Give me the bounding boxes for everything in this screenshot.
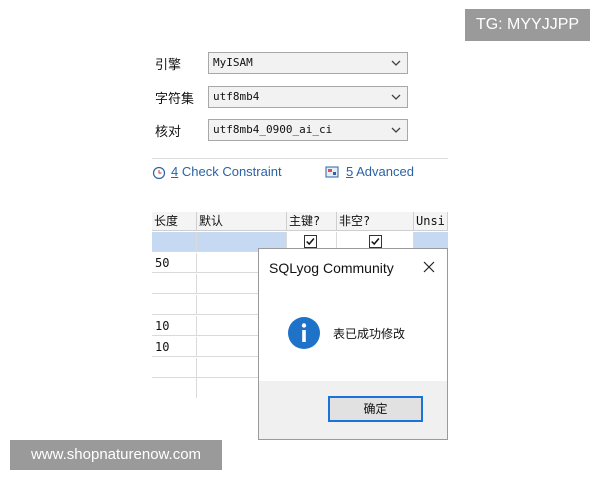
close-icon[interactable] [423,261,435,273]
watermark-top: TG: MYYJJPP [465,9,590,41]
collation-value: utf8mb4_0900_ai_ci [213,123,333,136]
length-cell[interactable]: 10 [152,316,197,336]
charset-select[interactable]: utf8mb4 [208,86,408,108]
header-length[interactable]: 长度 [152,212,197,231]
length-cell[interactable] [152,232,197,252]
length-cell[interactable]: 50 [152,253,197,273]
header-primary-key[interactable]: 主键? [287,212,337,231]
watermark-bottom: www.shopnaturenow.com [10,440,222,470]
collation-select[interactable]: utf8mb4_0900_ai_ci [208,119,408,141]
header-not-null[interactable]: 非空? [337,212,414,231]
header-default[interactable]: 默认 [197,212,287,231]
info-icon [288,317,320,349]
advanced-icon [325,166,339,178]
checkmark-icon [371,238,380,246]
engine-label: 引擎 [155,58,182,73]
length-cell[interactable] [152,378,197,398]
check-constraint-icon [152,166,166,179]
chevron-down-icon [391,60,401,66]
dialog-title: SQLyog Community [269,260,394,276]
tab-check-constraint[interactable]: 4 Check Constraint [171,164,282,179]
ok-button[interactable]: 确定 [328,396,423,422]
length-cell[interactable]: 10 [152,337,197,357]
length-cell[interactable] [152,358,197,378]
not-null-checkbox[interactable] [369,235,382,248]
charset-label: 字符集 [155,92,195,107]
charset-value: utf8mb4 [213,90,260,103]
table-editor-tabs: 4 Check Constraint 5 Advanced [152,158,448,186]
length-cell[interactable] [152,295,197,315]
length-cell[interactable] [152,274,197,294]
message-dialog: SQLyog Community 表已成功修改 确定 [258,248,448,440]
chevron-down-icon [391,127,401,133]
dialog-message: 表已成功修改 [333,327,406,341]
chevron-down-icon [391,94,401,100]
header-unsigned[interactable]: Unsi [414,212,448,231]
checkmark-icon [306,238,315,246]
tab-advanced[interactable]: 5 Advanced [346,164,414,179]
engine-select[interactable]: MyISAM [208,52,408,74]
collation-label: 核对 [155,125,182,140]
dialog-footer: 确定 [259,381,447,439]
engine-value: MyISAM [213,56,253,69]
primary-key-checkbox[interactable] [304,235,317,248]
